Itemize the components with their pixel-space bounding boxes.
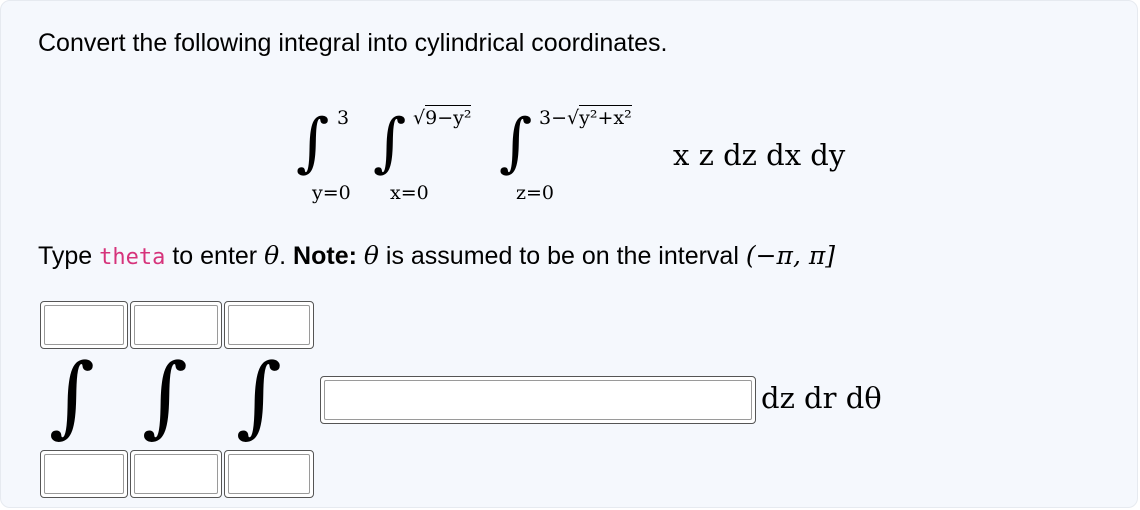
answer-integral-sign-2: ∫ [142,344,188,447]
inner-sqrt-prefix: 3−√ [539,107,580,129]
inner-lower-limit-input[interactable] [224,450,314,498]
note-label: Note: [293,242,357,270]
middle-upper-limit: √9−y² [413,105,472,129]
type-word: Type [38,242,93,270]
outer-integral-sign: ∫ [296,106,330,180]
outer-upper-limit-input[interactable] [40,301,128,349]
inner-radicand: y²+x² [579,105,632,129]
inner-upper-limit: 3−√y²+x² [539,105,632,129]
middle-lower-limit-input[interactable] [130,450,222,498]
instruction-line: Type theta to enter θ. Note: θ is assume… [38,241,835,271]
period: . [279,242,287,270]
question-card: Convert the following integral into cyli… [0,0,1138,508]
outer-upper-limit: 3 [337,107,350,129]
answer-integral-sign-1: ∫ [49,344,95,447]
answer-integral-sign-3: ∫ [236,344,282,447]
theta-symbol: θ [264,241,280,270]
middle-upper-limit-input[interactable] [130,301,222,349]
middle-radicand: 9−y² [425,105,472,129]
theta-symbol-note: θ [363,241,379,270]
middle-integral-sign: ∫ [373,106,407,180]
to-enter-text: to enter [172,242,258,270]
question-prompt: Convert the following integral into cyli… [38,29,668,57]
middle-lower-limit: x=0 [390,182,429,204]
interval-text: (−π, π] [745,241,836,270]
integrand: x z dz dx dy [673,138,846,172]
inner-lower-limit: z=0 [516,182,555,204]
outer-lower-limit: y=0 [312,182,351,204]
inner-upper-limit-input[interactable] [224,301,314,349]
integrand-input[interactable] [320,376,756,424]
outer-lower-limit-input[interactable] [40,450,128,498]
middle-sqrt-sign: √ [413,107,426,129]
theta-code: theta [99,245,166,270]
inner-integral-sign: ∫ [499,106,533,180]
note-text: is assumed to be on the interval [385,242,739,270]
differential-suffix: dz dr dθ [761,381,882,415]
